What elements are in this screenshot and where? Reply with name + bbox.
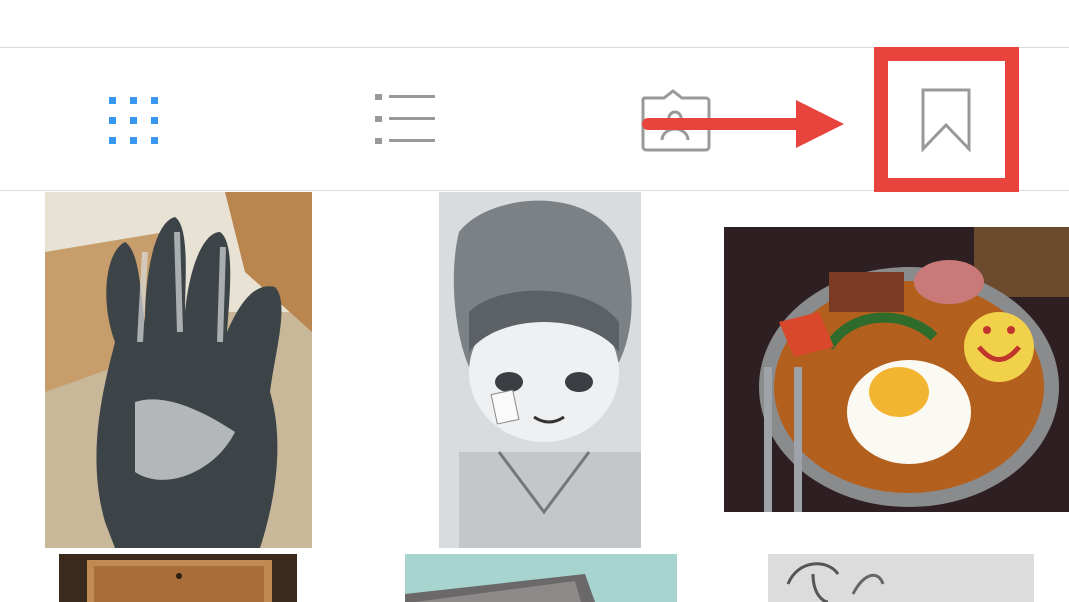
photo-pencil-sketch[interactable] xyxy=(768,554,1034,602)
photo-image xyxy=(45,192,312,548)
photo-manga-sketch[interactable] xyxy=(439,192,641,548)
photo-image xyxy=(59,554,297,602)
photo-wooden-box[interactable] xyxy=(59,554,297,602)
annotation-highlight-box xyxy=(874,47,1019,192)
photo-ink-hand[interactable] xyxy=(45,192,312,548)
top-bar xyxy=(0,0,1069,48)
photo-curry-plate[interactable] xyxy=(724,227,1069,512)
photo-image xyxy=(439,192,641,548)
tab-grid[interactable] xyxy=(0,48,267,190)
photo-image xyxy=(724,227,1069,512)
photo-tarot-card[interactable] xyxy=(405,554,677,602)
annotation-arrow-icon xyxy=(642,100,844,148)
photo-image xyxy=(768,554,1034,602)
tab-list[interactable] xyxy=(267,48,534,190)
grid-icon xyxy=(109,97,158,144)
list-icon xyxy=(375,94,435,144)
photo-image xyxy=(405,554,677,602)
